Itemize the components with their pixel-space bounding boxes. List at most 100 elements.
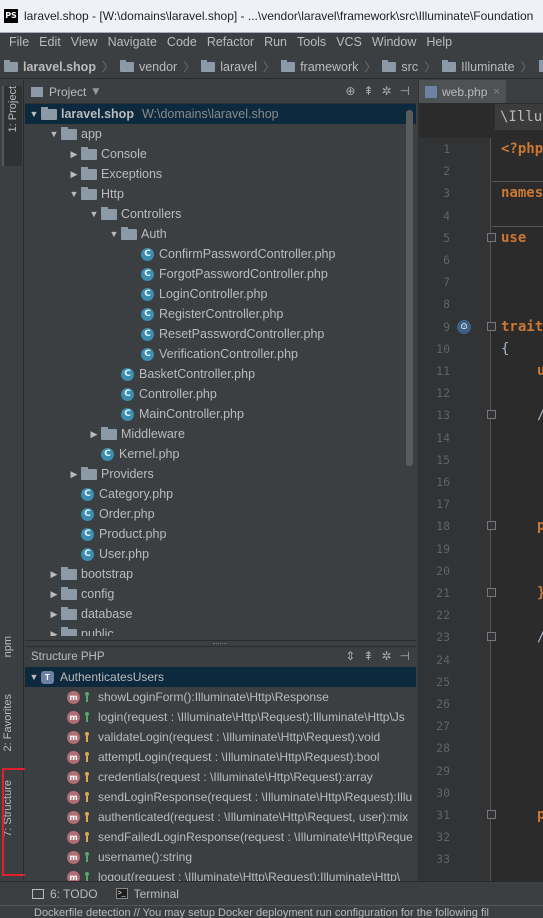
tree-file-item[interactable]: C ForgotPasswordController.php <box>25 264 416 284</box>
structure-trait-row[interactable]: ▼ T AuthenticatesUsers <box>25 667 416 687</box>
expand-all-icon[interactable]: ⇕ <box>345 649 355 663</box>
chevron-down-icon[interactable]: ▼ <box>107 229 121 239</box>
menu-item-edit[interactable]: Edit <box>34 33 66 53</box>
tree-folder-item[interactable]: ▶ config <box>25 584 416 604</box>
fold-marker-icon[interactable] <box>487 410 496 420</box>
chevron-right-icon[interactable]: ▶ <box>47 569 61 580</box>
gear-icon[interactable]: ✲ <box>381 649 391 663</box>
tree-file-item[interactable]: C Controller.php <box>25 384 416 404</box>
structure-method-row[interactable]: m authenticated(request : \Illuminate\Htt… <box>25 807 416 827</box>
structure-method-row[interactable]: m login(request : \Illuminate\Http\Reques… <box>25 707 416 727</box>
chevron-right-icon[interactable]: ▶ <box>47 589 61 600</box>
tree-folder-item[interactable]: ▶ database <box>25 604 416 624</box>
menu-item-help[interactable]: Help <box>421 33 457 53</box>
chevron-down-icon[interactable]: ▼ <box>27 672 41 682</box>
locate-file-icon[interactable]: ⊕ <box>345 84 355 98</box>
tree-file-item[interactable]: C LoginController.php <box>25 284 416 304</box>
php-class-icon: C <box>81 547 94 561</box>
chevron-right-icon[interactable]: ▶ <box>67 169 81 180</box>
tree-file-item[interactable]: C Product.php <box>25 524 416 544</box>
close-icon[interactable]: × <box>493 86 499 98</box>
tree-file-item[interactable]: C BasketController.php <box>25 364 416 384</box>
tree-file-item[interactable]: C MainController.php <box>25 404 416 424</box>
fold-marker-icon[interactable] <box>487 810 496 819</box>
hide-panel-icon[interactable]: ⊣ <box>400 649 410 663</box>
structure-method-row[interactable]: m sendLoginResponse(request : \Illuminate… <box>25 787 416 807</box>
hide-panel-icon[interactable]: ⊣ <box>400 84 410 98</box>
chevron-right-icon[interactable]: ▶ <box>47 629 61 637</box>
tree-folder-item[interactable]: ▶ Exceptions <box>25 164 416 184</box>
fold-marker-icon[interactable] <box>487 632 496 642</box>
tree-folder-item[interactable]: ▼ Http <box>25 184 416 204</box>
tree-file-item[interactable]: C User.php <box>25 544 416 564</box>
tree-file-item[interactable]: C RegisterController.php <box>25 304 416 324</box>
tree-file-item[interactable]: C VerificationController.php <box>25 344 416 364</box>
fold-marker-icon[interactable] <box>487 321 496 331</box>
structure-method-row[interactable]: m validateLogin(request : \Illuminate\Htt… <box>25 727 416 747</box>
implemented-by-icon[interactable]: ⊙ <box>457 319 471 334</box>
menu-item-vcs[interactable]: VCS <box>331 33 367 53</box>
fold-marker-icon[interactable] <box>487 521 496 531</box>
collapse-all-icon[interactable]: ⇞ <box>363 84 373 98</box>
tree-root-row[interactable]: ▼ laravel.shop W:\domains\laravel.shop <box>25 104 416 124</box>
menu-item-view[interactable]: View <box>66 33 103 53</box>
tree-file-item[interactable]: C Category.php <box>25 484 416 504</box>
gear-icon[interactable]: ✲ <box>381 84 391 98</box>
menu-item-window[interactable]: Window <box>367 33 421 53</box>
structure-method-row[interactable]: m logout(request : \Illuminate\Http\Reque… <box>25 867 416 882</box>
tree-file-item[interactable]: C ConfirmPasswordController.php <box>25 244 416 264</box>
tool-tab-project[interactable]: 1: Project <box>2 86 22 166</box>
structure-method-row[interactable]: m attemptLogin(request : \Illuminate\Http… <box>25 747 416 767</box>
structure-method-row[interactable]: m sendFailedLoginResponse(request : \Illu… <box>25 827 416 847</box>
tree-file-item[interactable]: C Kernel.php <box>25 444 416 464</box>
structure-method-row[interactable]: m username():string <box>25 847 416 867</box>
chevron-down-icon[interactable]: ▼ <box>67 189 81 199</box>
tree-folder-item[interactable]: ▶ Console <box>25 144 416 164</box>
menu-item-code[interactable]: Code <box>162 33 202 53</box>
tree-folder-item[interactable]: ▶ Middleware <box>25 424 416 444</box>
menu-item-tools[interactable]: Tools <box>292 33 331 53</box>
menu-item-run[interactable]: Run <box>259 33 292 53</box>
chevron-down-icon[interactable]: ▼ <box>47 129 61 139</box>
breadcrumb-item[interactable]: laravel.shop <box>4 59 96 74</box>
tool-tab-npm[interactable]: npm <box>2 636 22 680</box>
terminal-tab[interactable]: >_ Terminal <box>115 887 179 901</box>
tree-folder-item[interactable]: ▶ public <box>25 624 416 636</box>
expand-arrow-icon[interactable]: ▼ <box>27 109 41 119</box>
todo-tab[interactable]: 6: TODO <box>32 887 98 901</box>
menu-item-file[interactable]: File <box>4 33 34 53</box>
chevron-down-icon[interactable]: ▼ <box>92 87 99 97</box>
breadcrumb-item[interactable]: laravel <box>201 59 257 74</box>
breadcrumb-separator-icon: 〉 <box>101 60 114 74</box>
fold-marker-icon[interactable] <box>487 232 496 242</box>
chevron-right-icon[interactable]: ▶ <box>87 429 101 440</box>
collapse-all-icon[interactable]: ⇞ <box>363 649 373 663</box>
fold-marker-icon[interactable] <box>487 588 496 597</box>
menu-item-navigate[interactable]: Navigate <box>103 33 162 53</box>
breadcrumb-item[interactable]: src <box>382 59 418 74</box>
status-bar[interactable]: Dockerfile detection // You may setup Do… <box>0 905 543 918</box>
chevron-right-icon[interactable]: ▶ <box>67 149 81 160</box>
tree-file-item[interactable]: C ResetPasswordController.php <box>25 324 416 344</box>
chevron-right-icon[interactable]: ▶ <box>47 609 61 620</box>
menu-item-refactor[interactable]: Refactor <box>202 33 259 53</box>
tree-folder-item[interactable]: ▶ Providers <box>25 464 416 484</box>
tree-file-item[interactable]: C Order.php <box>25 504 416 524</box>
breadcrumb-item[interactable]: Illuminate <box>442 59 515 74</box>
breadcrumb-item[interactable]: vendor <box>119 59 177 74</box>
breadcrumb-item[interactable]: Foundation <box>538 59 543 74</box>
tree-folder-item[interactable]: ▼ Auth <box>25 224 416 244</box>
tool-tab-structure[interactable]: 7: Structure <box>2 780 22 876</box>
structure-method-row[interactable]: m credentials(request : \Illuminate\Http\… <box>25 767 416 787</box>
tree-folder-item[interactable]: ▼ Controllers <box>25 204 416 224</box>
editor-tab[interactable]: web.php × <box>419 80 506 103</box>
tree-folder-item[interactable]: ▼ app <box>25 124 416 144</box>
chevron-right-icon[interactable]: ▶ <box>67 469 81 480</box>
project-scrollbar[interactable] <box>406 110 413 466</box>
breadcrumb-item[interactable]: framework <box>281 59 358 74</box>
tree-folder-item[interactable]: ▶ bootstrap <box>25 564 416 584</box>
project-panel-title[interactable]: Project <box>49 85 86 99</box>
chevron-down-icon[interactable]: ▼ <box>87 209 101 219</box>
structure-method-row[interactable]: m showLoginForm():Illuminate\Http\Respons… <box>25 687 416 707</box>
tool-tab-favorites[interactable]: 2: Favorites <box>2 694 22 774</box>
